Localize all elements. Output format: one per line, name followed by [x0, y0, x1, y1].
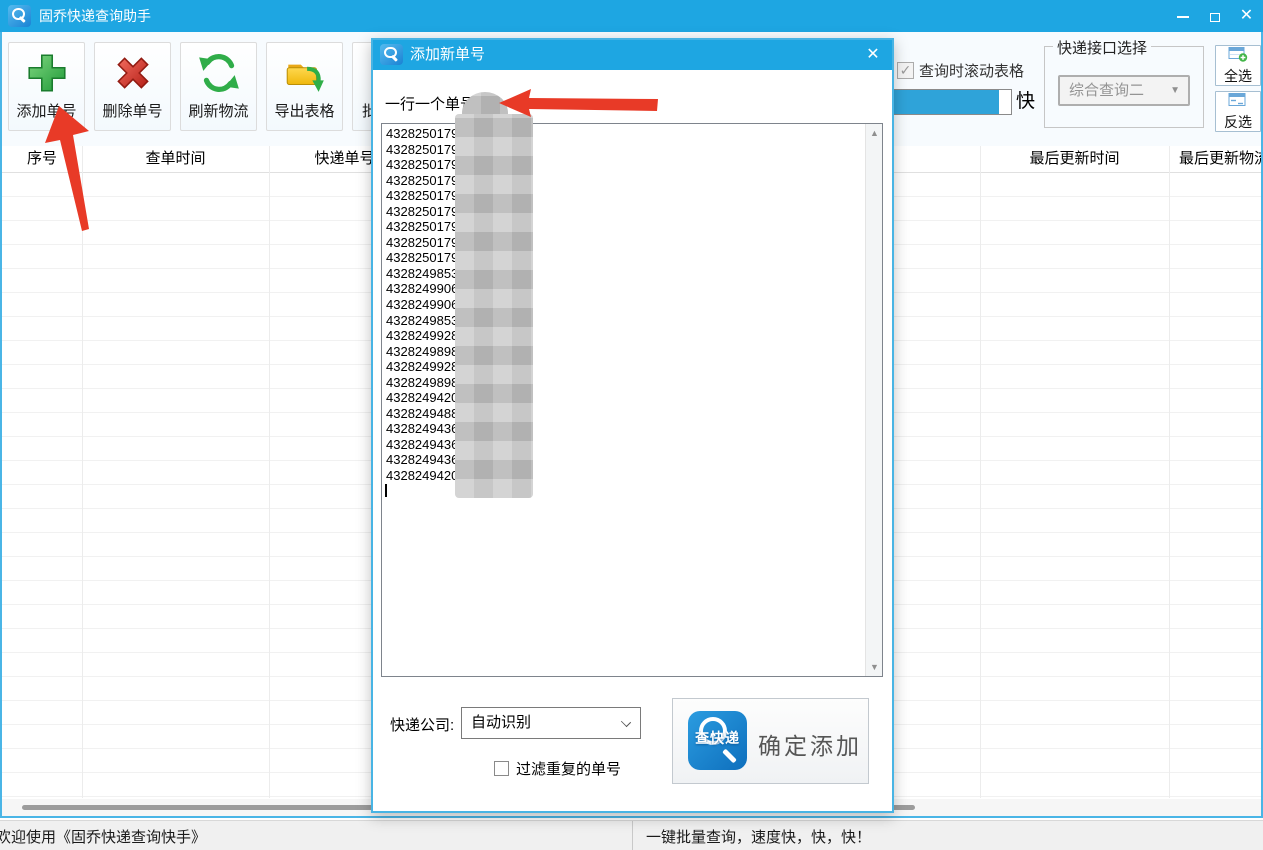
select-all-icon — [1228, 46, 1248, 63]
refresh-icon — [181, 50, 256, 100]
api-selected-value: 综合查询二 — [1069, 82, 1144, 99]
add-number-button[interactable]: 添加单号 — [8, 42, 85, 131]
toolbar-button-label: 刷新物流 — [181, 100, 256, 121]
tracking-number-line: 43282494362 — [386, 421, 466, 437]
invert-select-button[interactable]: 反选 — [1215, 91, 1261, 132]
tracking-number-line: 43282501798 — [386, 235, 466, 251]
tracking-number-line: 43282494362 — [386, 452, 466, 468]
app-title: 固乔快递查询助手 — [39, 0, 151, 32]
tracking-number-line: 43282501799 — [386, 204, 466, 220]
tracking-number-line: 43282501798 — [386, 126, 466, 142]
confirm-add-button[interactable]: 查快递 确定添加 — [672, 698, 869, 784]
invert-select-icon — [1228, 92, 1248, 109]
minimize-icon — [1177, 16, 1189, 18]
tracking-number-line: 43282501798 — [386, 142, 466, 158]
tracking-number-line: 43282501799 — [386, 157, 466, 173]
dialog-title-bar: 添加新单号 ✕ — [373, 40, 892, 70]
export-folder-icon — [267, 50, 342, 100]
tracking-number-line: 43282499280 — [386, 328, 466, 344]
col-header-last-update-time: 最后更新时间 — [980, 146, 1169, 173]
company-select-dropdown[interactable]: 自动识别 — [461, 707, 641, 739]
privacy-blur-blob — [455, 114, 533, 498]
status-slogan-text: 一键批量查询，速度快，快，快！ — [646, 826, 871, 847]
textarea-scrollbar[interactable]: ▲ ▼ — [865, 124, 882, 676]
scroll-down-icon[interactable]: ▼ — [866, 659, 883, 675]
col-header-index: 序号 — [2, 146, 82, 173]
chakuaidi-logo-icon: 查快递 — [688, 711, 747, 770]
tracking-number-line: 43282498987 — [386, 375, 466, 391]
dialog-title: 添加新单号 — [410, 40, 485, 70]
tracking-number-line: 43282498987 — [386, 344, 466, 360]
toolbar-button-label: 删除单号 — [95, 100, 170, 121]
tracking-number-line: 43282494362 — [386, 437, 466, 453]
confirm-add-label: 确定添加 — [758, 727, 862, 761]
scroll-checkbox-label: 查询时滚动表格 — [919, 60, 1024, 81]
tracking-number-line: 43282494880 — [386, 406, 466, 422]
minimize-button[interactable] — [1168, 0, 1198, 32]
tracking-number-line: 43282499066 — [386, 297, 466, 313]
scroll-table-checkbox[interactable]: ✓ 查询时滚动表格 — [897, 60, 1024, 81]
api-group-label: 快递接口选择 — [1053, 37, 1151, 58]
tracking-number-line: 43282501799 — [386, 173, 466, 189]
col-header-last-update-logistics: 最后更新物流 — [1169, 146, 1263, 173]
status-divider — [632, 821, 633, 850]
chevron-down-icon: ▼ — [1170, 77, 1180, 104]
invert-select-label: 反选 — [1216, 114, 1260, 130]
filter-checkbox-label: 过滤重复的单号 — [516, 758, 621, 779]
checkbox-unchecked-icon — [494, 761, 509, 776]
api-select-dropdown[interactable]: 综合查询二 ▼ — [1058, 75, 1190, 106]
chevron-down-icon — [621, 717, 631, 727]
app-logo-icon — [8, 5, 31, 27]
select-all-button[interactable]: 全选 — [1215, 45, 1261, 86]
tracking-number-line: 43282501798 — [386, 250, 466, 266]
logo-text: 查快递 — [688, 728, 747, 748]
export-table-button[interactable]: 导出表格 — [266, 42, 343, 131]
col-header-query-time: 查单时间 — [82, 146, 269, 173]
text-caret — [385, 484, 387, 497]
status-bar: 欢迎使用《固乔快递查询快手》 一键批量查询，速度快，快，快！ — [0, 820, 1263, 850]
filter-duplicates-checkbox[interactable]: 过滤重复的单号 — [494, 758, 621, 779]
company-selected-value: 自动识别 — [471, 714, 531, 731]
select-all-label: 全选 — [1216, 68, 1260, 84]
speed-label: 快 — [1016, 88, 1035, 116]
magnifier-handle — [722, 749, 737, 764]
toolbar-button-label: 导出表格 — [267, 100, 342, 121]
checkbox-checked-icon: ✓ — [897, 62, 914, 79]
tracking-number-line: 43282499280 — [386, 359, 466, 375]
window-border — [0, 816, 1263, 818]
add-numbers-dialog: 添加新单号 ✕ 一行一个单号: 432825017984328250179843… — [371, 38, 894, 813]
app-window: 固乔快递查询助手 ✕ 添加单号 — [0, 0, 1263, 850]
scroll-up-icon[interactable]: ▲ — [866, 125, 883, 141]
add-plus-icon — [9, 50, 84, 100]
dialog-close-button[interactable]: ✕ — [858, 40, 888, 70]
company-label: 快递公司: — [390, 714, 454, 735]
tracking-number-line: 43282498533 — [386, 266, 466, 282]
maximize-button[interactable] — [1200, 0, 1230, 32]
title-bar: 固乔快递查询助手 ✕ — [0, 0, 1263, 32]
maximize-icon — [1210, 13, 1220, 22]
close-button[interactable]: ✕ — [1230, 0, 1263, 32]
api-groupbox: 快递接口选择 综合查询二 ▼ — [1044, 46, 1204, 128]
delete-x-icon — [95, 50, 170, 100]
tracking-number-line: 43282494203 — [386, 468, 466, 484]
tracking-number-line: 43282499066 — [386, 281, 466, 297]
tracking-number-line: 43282501798 — [386, 219, 466, 235]
tracking-numbers-list: 4328250179843282501798432825017994328250… — [386, 126, 466, 484]
col-header-blank — [893, 146, 980, 173]
delete-number-button[interactable]: 删除单号 — [94, 42, 171, 131]
status-welcome-text: 欢迎使用《固乔快递查询快手》 — [0, 826, 206, 847]
tracking-number-line: 43282501798 — [386, 188, 466, 204]
toolbar-button-label: 添加单号 — [9, 100, 84, 121]
tracking-number-line: 43282494203 — [386, 390, 466, 406]
refresh-logistics-button[interactable]: 刷新物流 — [180, 42, 257, 131]
tracking-number-line: 43282498533 — [386, 313, 466, 329]
dialog-logo-icon — [380, 44, 403, 65]
window-border — [0, 32, 2, 818]
